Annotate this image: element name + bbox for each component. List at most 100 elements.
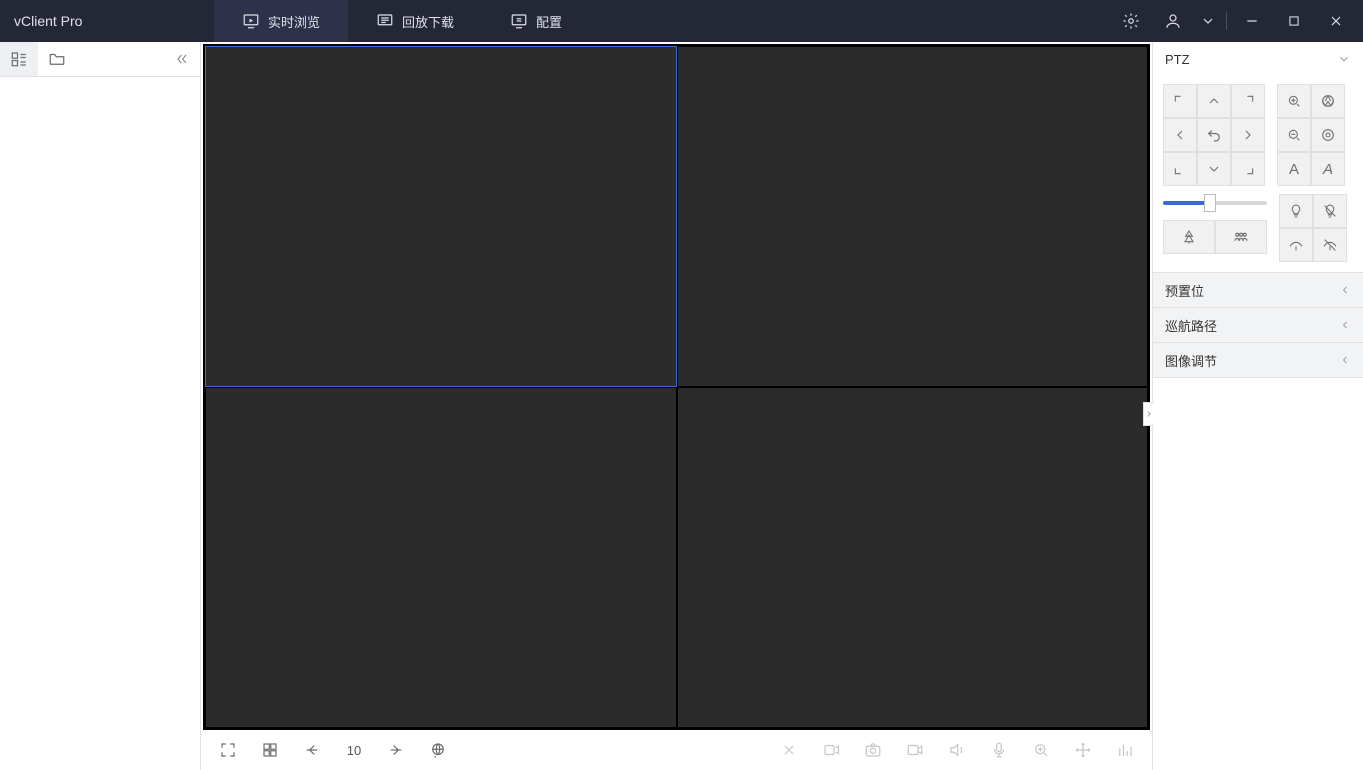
fullscreen-button[interactable] — [211, 735, 245, 765]
collapse-left-button[interactable] — [164, 42, 200, 76]
ptz-down-left-button[interactable] — [1163, 152, 1197, 186]
ptz-section: PTZ — [1153, 42, 1363, 273]
maximize-button[interactable] — [1273, 0, 1315, 42]
chevron-down-icon — [1206, 161, 1222, 177]
tab-live-preview[interactable]: 实时浏览 — [214, 0, 348, 42]
close-icon — [1328, 13, 1344, 29]
user-menu-button[interactable] — [1194, 0, 1222, 42]
minimize-button[interactable] — [1231, 0, 1273, 42]
ptz-header[interactable]: PTZ — [1153, 42, 1363, 76]
prev-page-button[interactable] — [295, 735, 329, 765]
iris-close-button[interactable] — [1311, 118, 1345, 152]
video-cell-1[interactable] — [205, 46, 677, 387]
section-label: 图像调节 — [1165, 351, 1217, 370]
video-cell-4[interactable] — [677, 387, 1149, 728]
minimize-icon — [1244, 13, 1260, 29]
wiper-on-button[interactable] — [1279, 228, 1313, 262]
ptz-left-button[interactable] — [1163, 118, 1197, 152]
talk-icon — [822, 741, 840, 759]
tab-playback[interactable]: 回放下载 — [348, 0, 482, 42]
mic-button[interactable] — [982, 735, 1016, 765]
iris-open-button[interactable] — [1311, 84, 1345, 118]
ptz-home-button[interactable] — [1197, 118, 1231, 152]
play-monitor-icon — [242, 12, 260, 30]
corner-up-left-icon — [1172, 93, 1188, 109]
left-sidebar — [0, 42, 201, 770]
section-label: 预置位 — [1165, 281, 1204, 300]
snapshot-button[interactable] — [856, 735, 890, 765]
preset-header[interactable]: 预置位 — [1153, 273, 1363, 307]
chevron-left-icon — [1172, 127, 1188, 143]
audio-button[interactable] — [940, 735, 974, 765]
chevron-down-icon — [1337, 52, 1351, 66]
image-adjust-section: 图像调节 — [1153, 343, 1363, 378]
camera-icon — [864, 741, 882, 759]
layout-button[interactable] — [253, 735, 287, 765]
collapse-right-button[interactable] — [1143, 402, 1154, 426]
page-count: 10 — [339, 743, 369, 758]
ptz-dpad — [1163, 84, 1265, 186]
letter-a-icon: A — [1289, 161, 1299, 178]
ptz-down-right-button[interactable] — [1231, 152, 1265, 186]
undo-icon — [1205, 126, 1223, 144]
next-page-button[interactable] — [379, 735, 413, 765]
preset-tree-button[interactable] — [1163, 220, 1215, 254]
corner-down-left-icon — [1172, 161, 1188, 177]
image-adjust-header[interactable]: 图像调节 — [1153, 343, 1363, 377]
light-on-button[interactable] — [1279, 194, 1313, 228]
video-grid — [203, 44, 1150, 730]
tab-label: 配置 — [536, 12, 562, 31]
ptz-aux: A A — [1277, 84, 1345, 186]
chevron-down-icon — [1200, 13, 1216, 29]
tab-config[interactable]: 配置 — [482, 0, 590, 42]
zoom-out-button[interactable] — [1277, 118, 1311, 152]
video-cell-2[interactable] — [677, 46, 1149, 387]
cruise-header[interactable]: 巡航路径 — [1153, 308, 1363, 342]
ptz-down-button[interactable] — [1197, 152, 1231, 186]
close-all-button[interactable] — [772, 735, 806, 765]
light-off-button[interactable] — [1313, 194, 1347, 228]
ptz-extra — [1279, 194, 1347, 262]
close-icon — [781, 742, 797, 758]
ptz-right-button[interactable] — [1231, 118, 1265, 152]
folder-button[interactable] — [38, 42, 76, 76]
zoom-icon — [1032, 741, 1050, 759]
focus-far-button[interactable]: A — [1311, 152, 1345, 186]
ptz-preset-pair — [1163, 220, 1267, 254]
device-list-icon — [10, 50, 28, 68]
left-sidebar-toolbar — [0, 42, 200, 77]
talk-button[interactable] — [814, 735, 848, 765]
window-controls — [1110, 0, 1363, 42]
tab-label: 实时浏览 — [268, 12, 320, 31]
stats-button[interactable] — [1108, 735, 1142, 765]
wiper-off-button[interactable] — [1313, 228, 1347, 262]
grid-icon — [261, 741, 279, 759]
tab-label: 回放下载 — [402, 12, 454, 31]
cruise-section: 巡航路径 — [1153, 308, 1363, 343]
close-button[interactable] — [1315, 0, 1357, 42]
digital-zoom-button[interactable] — [1024, 735, 1058, 765]
bulb-icon — [1288, 203, 1304, 219]
ptz-up-right-button[interactable] — [1231, 84, 1265, 118]
ptz-controls: A A — [1153, 76, 1363, 272]
chevron-left-icon — [1339, 319, 1351, 331]
ptz-up-button[interactable] — [1197, 84, 1231, 118]
ptz-speed-slider[interactable] — [1163, 194, 1267, 212]
user-button[interactable] — [1152, 0, 1194, 42]
main-tabs: 实时浏览 回放下载 配置 — [214, 0, 590, 42]
chevron-up-icon — [1206, 93, 1222, 109]
focus-near-button[interactable]: A — [1277, 152, 1311, 186]
corner-up-right-icon — [1240, 93, 1256, 109]
device-list-button[interactable] — [0, 42, 38, 76]
chevron-right-icon — [1240, 127, 1256, 143]
settings-button[interactable] — [1110, 0, 1152, 42]
record-button[interactable] — [898, 735, 932, 765]
ptz-move-button[interactable] — [1066, 735, 1100, 765]
device-tree[interactable] — [0, 77, 200, 770]
video-cell-3[interactable] — [205, 387, 677, 728]
preset-grid-button[interactable] — [1215, 220, 1267, 254]
tour-button[interactable] — [421, 735, 455, 765]
right-sidebar: PTZ — [1152, 42, 1363, 770]
zoom-in-button[interactable] — [1277, 84, 1311, 118]
ptz-up-left-button[interactable] — [1163, 84, 1197, 118]
